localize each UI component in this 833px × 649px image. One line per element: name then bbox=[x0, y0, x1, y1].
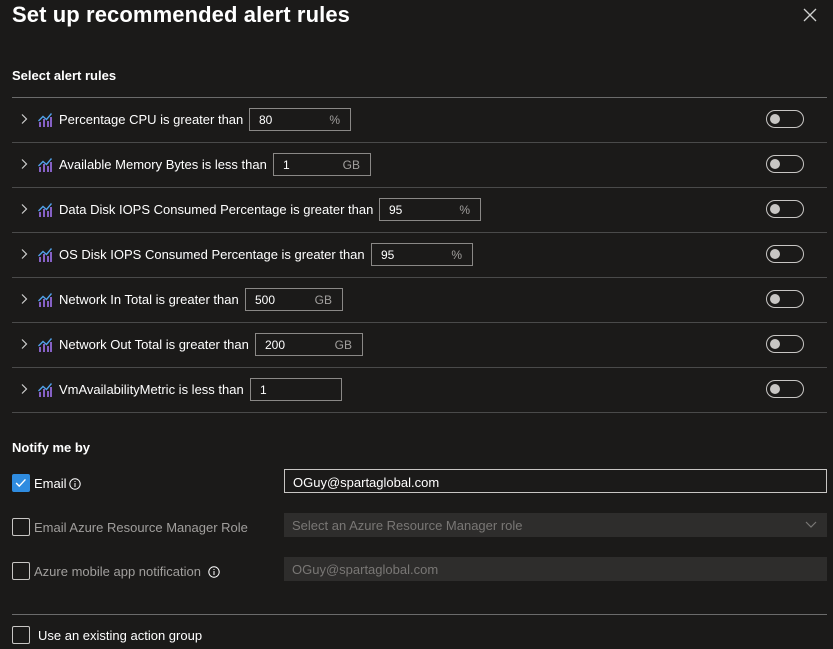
mobile-notification-placeholder: OGuy@spartaglobal.com bbox=[292, 562, 439, 577]
notify-me-by-heading: Notify me by bbox=[12, 440, 91, 455]
threshold-value: 1 bbox=[260, 383, 267, 397]
threshold-input[interactable]: 1 bbox=[250, 378, 342, 401]
alert-rule-row[interactable]: Percentage CPU is greater than 80% bbox=[12, 98, 827, 143]
threshold-unit: % bbox=[459, 203, 470, 217]
enable-rule-toggle[interactable] bbox=[766, 200, 804, 218]
metrics-chart-icon bbox=[38, 383, 53, 397]
email-label: Email bbox=[34, 476, 67, 491]
alert-rule-label: Data Disk IOPS Consumed Percentage is gr… bbox=[59, 202, 374, 217]
metrics-chart-icon bbox=[38, 293, 53, 307]
alert-rule-label: Network In Total is greater than bbox=[59, 292, 239, 307]
threshold-input[interactable]: 95% bbox=[379, 198, 481, 221]
email-input[interactable]: OGuy@spartaglobal.com bbox=[284, 469, 827, 493]
checkmark-icon bbox=[15, 478, 26, 488]
arm-role-placeholder: Select an Azure Resource Manager role bbox=[292, 518, 523, 533]
enable-rule-toggle[interactable] bbox=[766, 110, 804, 128]
mobile-notification-checkbox[interactable] bbox=[12, 562, 30, 580]
chevron-right-icon[interactable] bbox=[19, 113, 29, 125]
alert-rule-label: OS Disk IOPS Consumed Percentage is grea… bbox=[59, 247, 365, 262]
threshold-value: 500 bbox=[255, 293, 276, 307]
threshold-value: 200 bbox=[265, 338, 286, 352]
chevron-right-icon[interactable] bbox=[19, 293, 29, 305]
toggle-knob bbox=[770, 294, 780, 304]
chevron-right-icon[interactable] bbox=[19, 383, 29, 395]
close-icon[interactable] bbox=[800, 5, 820, 25]
threshold-unit: GB bbox=[342, 158, 360, 172]
toggle-knob bbox=[770, 204, 780, 214]
mobile-notification-label: Azure mobile app notification bbox=[34, 564, 201, 579]
action-group-checkbox[interactable] bbox=[12, 626, 30, 644]
metrics-chart-icon bbox=[38, 113, 53, 127]
email-input-value: OGuy@spartaglobal.com bbox=[293, 475, 440, 490]
threshold-value: 1 bbox=[283, 158, 290, 172]
metrics-chart-icon bbox=[38, 338, 53, 352]
threshold-unit: GB bbox=[334, 338, 352, 352]
alert-rule-label: VmAvailabilityMetric is less than bbox=[59, 382, 244, 397]
threshold-unit: % bbox=[329, 113, 340, 127]
toggle-knob bbox=[770, 339, 780, 349]
threshold-value: 95 bbox=[381, 248, 395, 262]
toggle-knob bbox=[770, 159, 780, 169]
arm-role-label: Email Azure Resource Manager Role bbox=[34, 520, 248, 535]
threshold-value: 80 bbox=[259, 113, 273, 127]
enable-rule-toggle[interactable] bbox=[766, 155, 804, 173]
threshold-unit: % bbox=[451, 248, 462, 262]
threshold-input[interactable]: 200 GB bbox=[255, 333, 363, 356]
metrics-chart-icon bbox=[38, 158, 53, 172]
alert-rule-label: Network Out Total is greater than bbox=[59, 337, 249, 352]
enable-rule-toggle[interactable] bbox=[766, 290, 804, 308]
alert-rule-row[interactable]: Data Disk IOPS Consumed Percentage is gr… bbox=[12, 188, 827, 233]
threshold-input[interactable]: 500 GB bbox=[245, 288, 343, 311]
metrics-chart-icon bbox=[38, 203, 53, 217]
threshold-unit: GB bbox=[314, 293, 332, 307]
threshold-input[interactable]: 95% bbox=[371, 243, 473, 266]
arm-role-dropdown[interactable]: Select an Azure Resource Manager role bbox=[284, 513, 827, 537]
arm-role-checkbox[interactable] bbox=[12, 518, 30, 536]
page-title: Set up recommended alert rules bbox=[12, 2, 350, 27]
enable-rule-toggle[interactable] bbox=[766, 245, 804, 263]
chevron-down-icon bbox=[805, 521, 817, 528]
email-checkbox[interactable] bbox=[12, 474, 30, 492]
chevron-right-icon[interactable] bbox=[19, 248, 29, 260]
threshold-input[interactable]: 1 GB bbox=[273, 153, 371, 176]
metrics-chart-icon bbox=[38, 248, 53, 262]
alert-rule-label: Percentage CPU is greater than bbox=[59, 112, 244, 127]
info-icon[interactable] bbox=[69, 478, 81, 490]
alert-rule-row[interactable]: Available Memory Bytes is less than 1 GB bbox=[12, 143, 827, 188]
enable-rule-toggle[interactable] bbox=[766, 380, 804, 398]
alert-rule-row[interactable]: VmAvailabilityMetric is less than 1 bbox=[12, 368, 827, 413]
threshold-value: 95 bbox=[389, 203, 403, 217]
alert-rule-row[interactable]: OS Disk IOPS Consumed Percentage is grea… bbox=[12, 233, 827, 278]
alert-rule-label: Available Memory Bytes is less than bbox=[59, 157, 267, 172]
alert-rule-row[interactable]: Network In Total is greater than 500 GB bbox=[12, 278, 827, 323]
divider bbox=[12, 614, 827, 615]
chevron-right-icon[interactable] bbox=[19, 338, 29, 350]
threshold-input[interactable]: 80% bbox=[249, 108, 351, 131]
chevron-right-icon[interactable] bbox=[19, 158, 29, 170]
enable-rule-toggle[interactable] bbox=[766, 335, 804, 353]
action-group-label: Use an existing action group bbox=[38, 628, 203, 643]
toggle-knob bbox=[770, 249, 780, 259]
alert-rule-row[interactable]: Network Out Total is greater than 200 GB bbox=[12, 323, 827, 368]
toggle-knob bbox=[770, 384, 780, 394]
toggle-knob bbox=[770, 114, 780, 124]
select-alert-rules-heading: Select alert rules bbox=[12, 68, 117, 83]
chevron-right-icon[interactable] bbox=[19, 203, 29, 215]
info-icon[interactable] bbox=[208, 566, 220, 578]
mobile-notification-input[interactable]: OGuy@spartaglobal.com bbox=[284, 557, 827, 581]
